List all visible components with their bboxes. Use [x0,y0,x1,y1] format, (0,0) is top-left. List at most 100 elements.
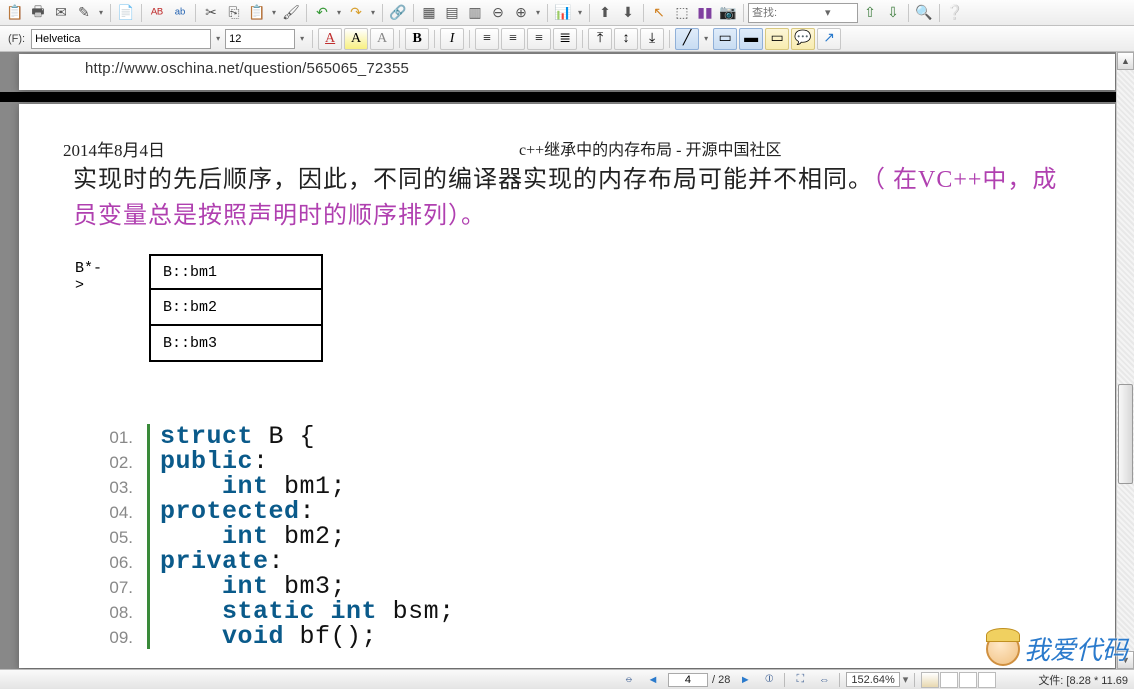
sort-desc-icon[interactable]: ⬇ [617,2,639,24]
vertical-scrollbar[interactable]: ▲ ▼ [1116,52,1134,669]
dropdown-icon[interactable]: ▾ [334,8,344,17]
view-facing-icon[interactable] [959,672,977,688]
scroll-down-icon[interactable]: ▼ [1117,651,1134,669]
redo-icon[interactable]: ↷ [345,2,367,24]
separator [669,30,670,48]
separator [469,30,470,48]
zoom-icon[interactable]: 🔍 [913,2,935,24]
view-continuous-icon[interactable] [940,672,958,688]
chart-icon[interactable]: 📊 [552,2,574,24]
scroll-up-icon[interactable]: ▲ [1117,52,1134,70]
format-paint-icon[interactable]: 🖌 [280,2,302,24]
zoom-fit-icon[interactable]: ⛶ [791,672,809,688]
line-number: 02. [99,450,147,471]
line-style-icon[interactable]: ╱ [675,28,699,50]
separator [195,4,196,22]
align-left-icon[interactable]: ≡ [475,28,499,50]
edit-icon[interactable]: ✎ [73,2,95,24]
gutter-bar [147,574,150,599]
font-color-icon[interactable]: A [318,28,342,50]
chevron-down-icon[interactable]: ▾ [213,34,223,43]
bold-icon[interactable]: B [405,28,429,50]
grid-icon[interactable]: ▤ [441,2,463,24]
zoom-value[interactable]: 152.64% [846,672,899,687]
line-number: 04. [99,500,147,521]
help-icon[interactable]: ❔ [944,2,966,24]
paste-icon[interactable]: 📋 [246,2,268,24]
nav-icon[interactable]: ↖ [648,2,670,24]
chevron-down-icon[interactable]: ▾ [701,34,711,43]
align-right-icon[interactable]: ≡ [527,28,551,50]
prev-page-icon[interactable]: ◄ [644,672,662,688]
export-pdf-icon[interactable]: 📄 [115,2,137,24]
code-text: void bf(); [160,624,377,649]
find-next-icon[interactable]: ⇩ [882,2,904,24]
status-bar: ⦵ ◄ / 28 ► ⦶ ⛶ ⇔ 152.64% ▾ 文件: [8.28 * 1… [0,669,1134,689]
italic-icon[interactable]: I [440,28,464,50]
zoom-in-icon[interactable]: ⊕ [510,2,532,24]
file-dimensions: 文件: [8.28 * 11.69 [1038,672,1128,688]
comment-icon[interactable]: 💬 [791,28,815,50]
separator [312,30,313,48]
grid2-icon[interactable]: ▥ [464,2,486,24]
copy2-icon[interactable]: ⎘ [223,2,245,24]
fill-icon[interactable]: ▬ [739,28,763,50]
note-icon[interactable]: ▭ [765,28,789,50]
dropdown-icon[interactable]: ▾ [368,8,378,17]
copy-icon[interactable]: 📋 [4,2,26,24]
sort-asc-icon[interactable]: ⬆ [594,2,616,24]
next-page-icon[interactable]: ► [736,672,754,688]
search-input[interactable] [752,7,822,19]
separator [784,673,785,687]
code-line: 08. static int bsm; [99,599,455,624]
separator [382,4,383,22]
search-box[interactable]: ▾ [748,3,858,23]
view-book-icon[interactable] [978,672,996,688]
chevron-down-icon[interactable]: ▾ [903,673,909,686]
border-icon[interactable]: ▭ [713,28,737,50]
cut-icon[interactable]: ✂ [200,2,222,24]
view-single-icon[interactable] [921,672,939,688]
zoom-control[interactable]: 152.64% ▾ [846,672,908,687]
chevron-down-icon[interactable]: ▾ [297,34,307,43]
valign-mid-icon[interactable]: ↕ [614,28,638,50]
separator [939,4,940,22]
valign-top-icon[interactable]: ⤒ [588,28,612,50]
spellcheck-icon[interactable]: ᴬᴮ [146,2,168,24]
align-justify-icon[interactable]: ≣ [553,28,577,50]
chevron-down-icon[interactable]: ▾ [825,6,831,19]
page-paragraph: 实现时的先后顺序，因此，不同的编译器实现的内存布局可能并不相同。（ 在VC++中… [73,162,1075,234]
dropdown-icon[interactable]: ▾ [575,8,585,17]
mail-icon[interactable]: ✉ [50,2,72,24]
valign-bot-icon[interactable]: ⤓ [640,28,664,50]
hyperlink-icon[interactable]: 🔗 [387,2,409,24]
align-center-icon[interactable]: ≡ [501,28,525,50]
page-current-input[interactable] [668,673,708,687]
print-icon[interactable]: 🖶 [27,2,49,24]
camera-icon[interactable]: 📷 [717,2,739,24]
code-text: struct B { [160,424,315,449]
last-page-icon[interactable]: ⦶ [760,672,778,688]
gallery-icon[interactable]: ▮▮ [694,2,716,24]
autocheck-icon[interactable]: ᵃᵇ [169,2,191,24]
dropdown-icon[interactable]: ▾ [533,8,543,17]
line-number: 08. [99,600,147,621]
clear-format-icon[interactable]: A [370,28,394,50]
zoom-width-icon[interactable]: ⇔ [815,672,833,688]
highlight-icon[interactable]: A [344,28,368,50]
table-icon[interactable]: ▦ [418,2,440,24]
zoom-out-icon[interactable]: ⊖ [487,2,509,24]
size-combo[interactable] [225,29,295,49]
code-text: static int bsm; [160,599,455,624]
scroll-thumb[interactable] [1118,384,1133,484]
dropdown-icon[interactable]: ▾ [269,8,279,17]
first-page-icon[interactable]: ⦵ [620,672,638,688]
font-combo[interactable] [31,29,211,49]
scroll-track[interactable] [1117,70,1134,651]
select-icon[interactable]: ⬚ [671,2,693,24]
share-icon[interactable]: ↗ [817,28,841,50]
find-prev-icon[interactable]: ⇧ [859,2,881,24]
separator [306,4,307,22]
undo-icon[interactable]: ↶ [311,2,333,24]
dropdown-icon[interactable]: ▾ [96,8,106,17]
